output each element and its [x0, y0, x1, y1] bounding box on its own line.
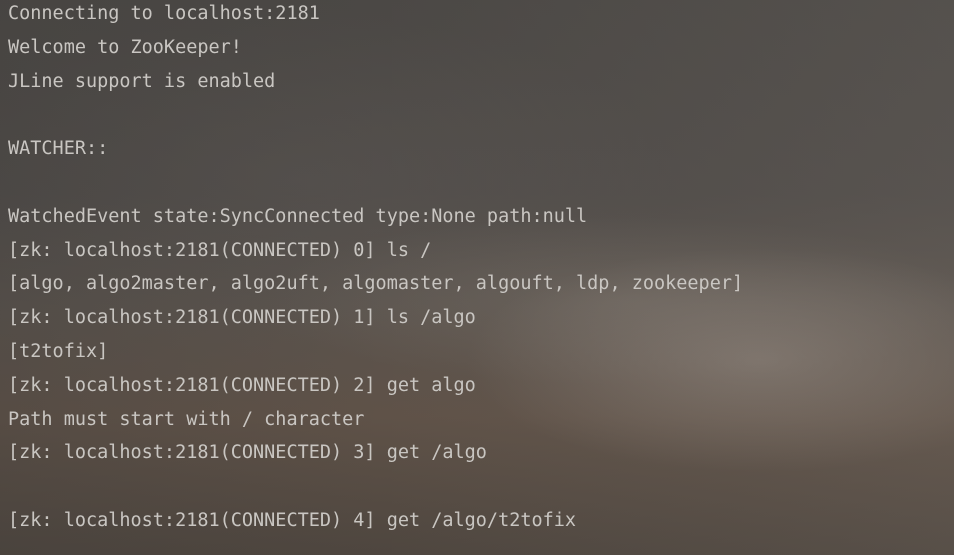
terminal-line: [zk: localhost:2181(CONNECTED) 1] ls /al… — [8, 307, 476, 329]
terminal-line: Connecting to localhost:2181 — [8, 3, 320, 24]
terminal-line: WATCHER:: — [8, 138, 109, 160]
terminal-line: [zk: localhost:2181(CONNECTED) 3] get /a… — [8, 442, 487, 464]
terminal-line: [zk: localhost:2181(CONNECTED) 2] get al… — [8, 374, 476, 396]
terminal-line: [t2tofix] — [8, 340, 109, 362]
terminal-line: Path must start with / character — [8, 408, 365, 430]
terminal-output[interactable]: Connecting to localhost:2181 Welcome to … — [8, 0, 948, 541]
terminal-line: WatchedEvent state:SyncConnected type:No… — [8, 205, 588, 227]
terminal-line: JLine support is enabled — [8, 70, 276, 92]
terminal-line: [zk: localhost:2181(CONNECTED) 4] get /a… — [8, 509, 577, 531]
terminal-line: Welcome to ZooKeeper! — [8, 36, 242, 58]
terminal-line: [zk: localhost:2181(CONNECTED) 0] ls / — [8, 239, 432, 261]
terminal-line: [algo, algo2master, algo2uft, algomaster… — [8, 273, 744, 295]
